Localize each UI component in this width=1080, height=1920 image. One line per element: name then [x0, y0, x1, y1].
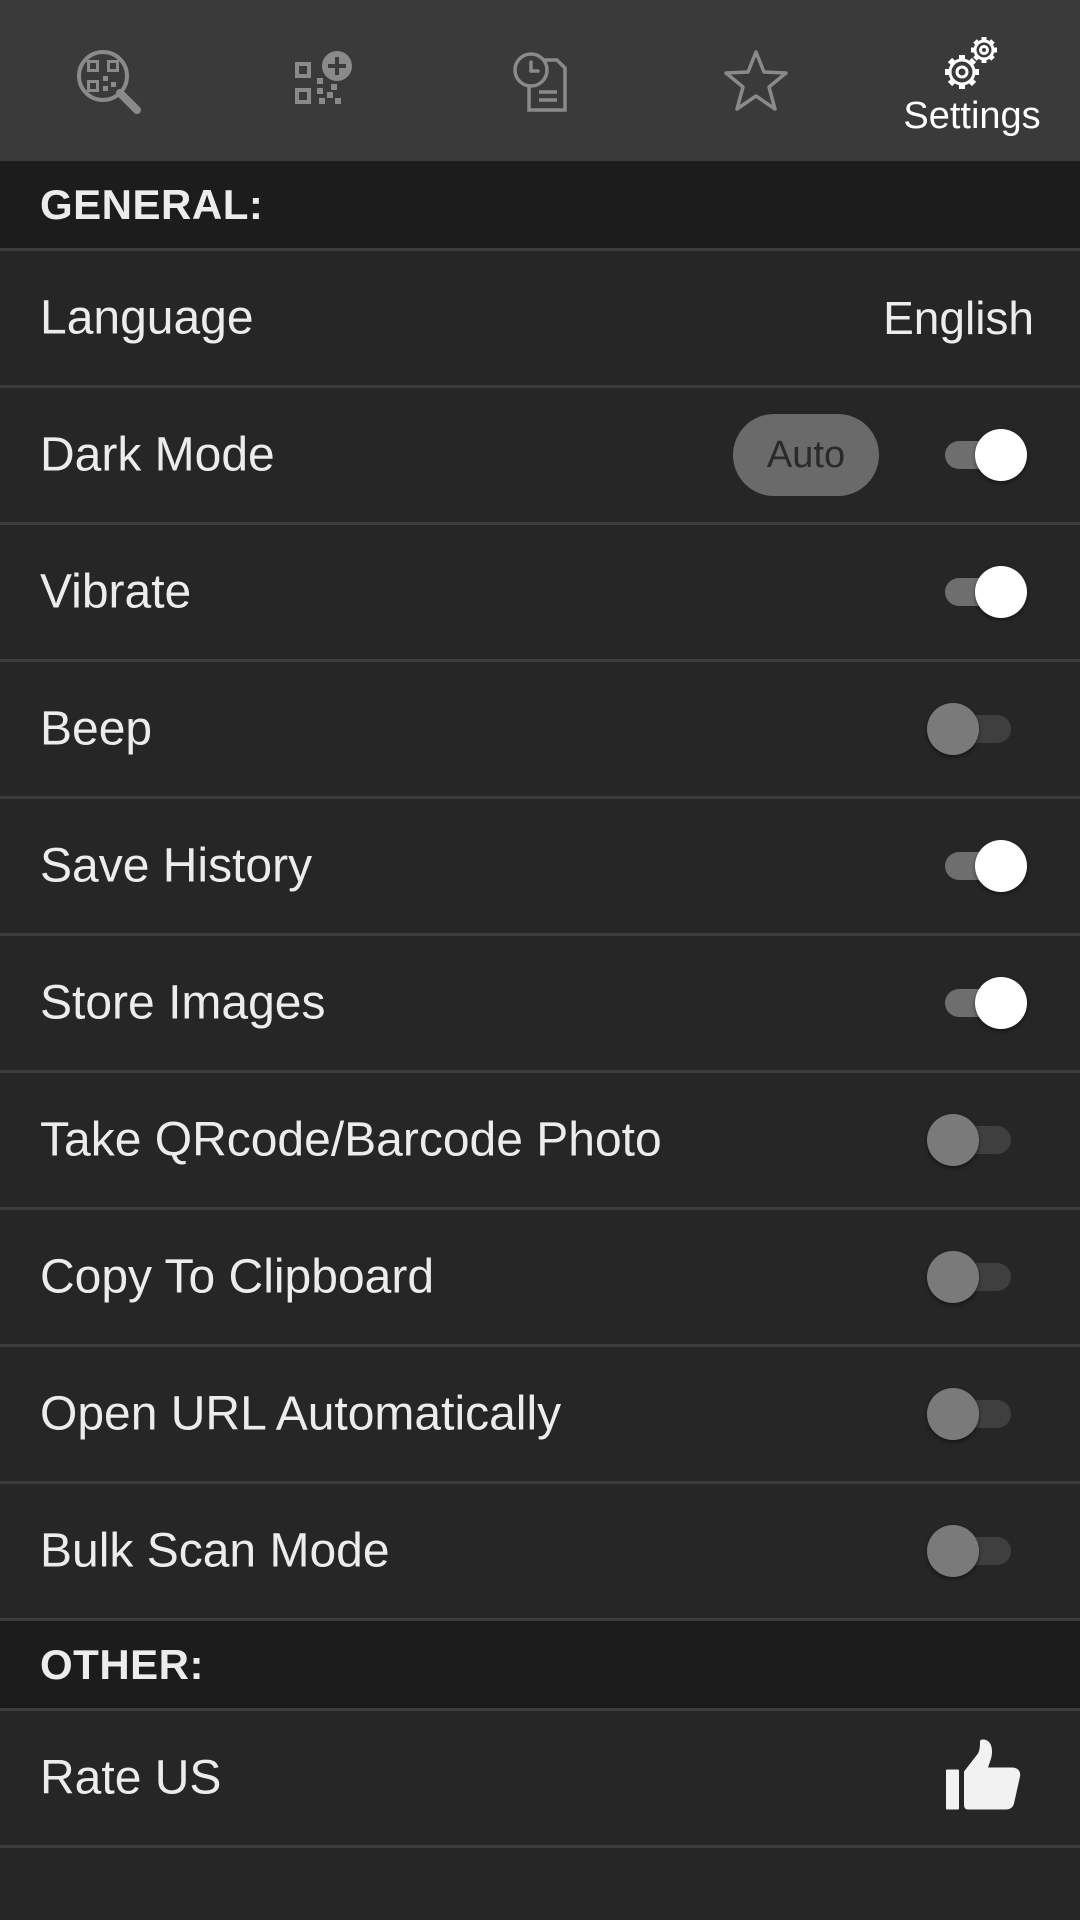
history-icon: [507, 48, 573, 114]
bulk-scan-toggle[interactable]: [927, 1523, 1027, 1579]
dark-mode-label: Dark Mode: [40, 428, 275, 482]
language-label: Language: [40, 291, 254, 345]
language-value[interactable]: English: [883, 291, 1034, 345]
toggle-thumb: [927, 1388, 979, 1440]
setting-row-dark-mode: Dark Mode Auto: [0, 388, 1080, 525]
gear-icon: [940, 32, 1004, 94]
take-photo-toggle[interactable]: [927, 1112, 1027, 1168]
qr-scan-icon: [73, 46, 143, 116]
setting-row-language[interactable]: Language English: [0, 251, 1080, 388]
toggle-thumb: [927, 1525, 979, 1577]
setting-row-rate-us[interactable]: Rate US: [0, 1711, 1080, 1848]
toggle-thumb: [927, 1251, 979, 1303]
bulk-scan-label: Bulk Scan Mode: [40, 1524, 390, 1578]
section-title-general: GENERAL:: [40, 180, 264, 228]
open-url-label: Open URL Automatically: [40, 1387, 562, 1441]
tab-favorites[interactable]: [648, 0, 864, 161]
save-history-label: Save History: [40, 839, 313, 893]
tab-settings[interactable]: Settings: [864, 0, 1080, 161]
beep-toggle[interactable]: [927, 701, 1027, 757]
take-photo-label: Take QRcode/Barcode Photo: [40, 1113, 662, 1167]
setting-row-bulk-scan: Bulk Scan Mode: [0, 1484, 1080, 1621]
toggle-thumb: [927, 1114, 979, 1166]
copy-clipboard-label: Copy To Clipboard: [40, 1250, 435, 1304]
dark-mode-toggle[interactable]: [927, 427, 1027, 483]
toggle-thumb: [975, 566, 1027, 618]
qr-create-icon: [291, 48, 357, 114]
dark-mode-auto-button[interactable]: Auto: [733, 414, 879, 496]
section-title-other: OTHER:: [40, 1640, 204, 1688]
toggle-thumb: [975, 840, 1027, 892]
copy-clipboard-toggle[interactable]: [927, 1249, 1027, 1305]
thumbs-up-icon[interactable]: [942, 1739, 1024, 1817]
tab-scan[interactable]: [0, 0, 216, 161]
rate-us-label: Rate US: [40, 1751, 222, 1805]
toggle-thumb: [975, 429, 1027, 481]
setting-row-open-url: Open URL Automatically: [0, 1347, 1080, 1484]
setting-row-beep: Beep: [0, 662, 1080, 799]
store-images-toggle[interactable]: [927, 975, 1027, 1031]
toggle-thumb: [927, 703, 979, 755]
save-history-toggle[interactable]: [927, 838, 1027, 894]
setting-row-copy-clipboard: Copy To Clipboard: [0, 1210, 1080, 1347]
star-icon: [722, 48, 790, 114]
tab-create[interactable]: [216, 0, 432, 161]
store-images-label: Store Images: [40, 976, 326, 1030]
tab-history[interactable]: [432, 0, 648, 161]
tab-settings-label: Settings: [903, 94, 1041, 137]
top-tab-bar: Settings: [0, 0, 1080, 161]
open-url-toggle[interactable]: [927, 1386, 1027, 1442]
setting-row-store-images: Store Images: [0, 936, 1080, 1073]
section-header-other: OTHER:: [0, 1621, 1080, 1711]
setting-row-save-history: Save History: [0, 799, 1080, 936]
setting-row-take-photo: Take QRcode/Barcode Photo: [0, 1073, 1080, 1210]
vibrate-label: Vibrate: [40, 565, 192, 619]
toggle-thumb: [975, 977, 1027, 1029]
section-header-general: GENERAL:: [0, 161, 1080, 251]
setting-row-vibrate: Vibrate: [0, 525, 1080, 662]
beep-label: Beep: [40, 702, 153, 756]
vibrate-toggle[interactable]: [927, 564, 1027, 620]
